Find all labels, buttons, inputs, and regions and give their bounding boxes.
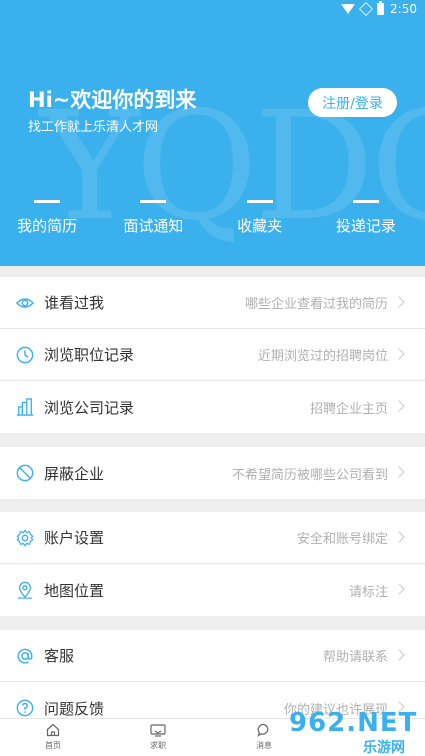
shortcut-bar: 我的简历 面试通知 收藏夹 投递记录: [0, 200, 425, 236]
shortcut-applications[interactable]: 投递记录: [313, 200, 419, 236]
question-icon: [16, 699, 34, 717]
menu-group-history: 谁看过我 哪些企业查看过我的简历 浏览职位记录 近期浏览过的招聘岗位 浏览公司记…: [0, 277, 425, 433]
menu-item-company-history[interactable]: 浏览公司记录 招聘企业主页: [0, 381, 425, 433]
chevron-right-icon: [393, 583, 405, 595]
briefcase-icon: [150, 724, 166, 737]
tab-label: 求职: [150, 741, 166, 750]
wifi-icon: [341, 4, 356, 14]
menu-item-title: 客服: [44, 647, 75, 665]
clock-icon: [16, 346, 34, 364]
tab-label: 首页: [45, 741, 61, 750]
status-time: 2:50: [390, 2, 417, 16]
status-bar: 2:50: [0, 0, 425, 22]
location-icon: [17, 581, 33, 599]
at-icon: [17, 648, 33, 664]
shortcut-indicator: [34, 200, 61, 203]
block-icon: [16, 464, 34, 482]
tab-job-search[interactable]: 求职: [128, 723, 188, 751]
shortcut-interview-notice[interactable]: 面试通知: [100, 200, 206, 236]
tab-label: 消息: [256, 741, 272, 750]
greeting-title: Hi~欢迎你的到来: [28, 88, 197, 112]
menu-item-who-viewed-me[interactable]: 谁看过我 哪些企业查看过我的简历: [0, 277, 425, 329]
shortcut-label: 投递记录: [335, 217, 396, 235]
menu-item-hint: 安全和账号绑定: [296, 532, 388, 547]
shortcut-indicator: [246, 200, 273, 203]
shortcut-favorites[interactable]: 收藏夹: [207, 200, 313, 236]
chevron-right-icon: [393, 400, 405, 412]
menu-item-block-companies[interactable]: 屏蔽企业 不希望简历被哪些公司看到: [0, 447, 425, 499]
menu-item-hint: 不希望简历被哪些公司看到: [231, 467, 388, 483]
gear-icon: [16, 529, 34, 547]
profile-header: YQDC 2:50 Hi~欢迎你的到来 找工作就上乐清人才网 注册/登录 我的简…: [0, 0, 425, 266]
menu-item-hint: 近期浏览过的招聘岗位: [257, 349, 388, 364]
menu-item-title: 浏览职位记录: [44, 346, 135, 364]
menu-item-title: 地图位置: [44, 581, 105, 600]
menu-item-hint: 招聘企业主页: [309, 401, 388, 417]
eye-icon: [16, 298, 34, 308]
tab-home[interactable]: 首页: [23, 723, 83, 751]
register-login-button[interactable]: 注册/登录: [308, 88, 397, 117]
chevron-right-icon: [393, 466, 405, 478]
chat-icon: [257, 723, 269, 737]
chevron-right-icon: [393, 348, 405, 360]
no-signal-icon: [358, 1, 374, 17]
menu-item-title: 屏蔽企业: [44, 464, 105, 483]
menu-item-account-settings[interactable]: 账户设置 安全和账号绑定: [0, 512, 425, 564]
site-watermark: 962.NET 乐游网: [283, 706, 425, 756]
shortcut-label: 面试通知: [123, 217, 184, 235]
battery-icon: [377, 1, 385, 15]
chevron-right-icon: [393, 296, 405, 308]
menu-item-title: 问题反馈: [44, 699, 105, 718]
menu-item-map-location[interactable]: 地图位置 请标注: [0, 564, 425, 616]
shortcut-label: 我的简历: [17, 217, 78, 235]
shortcut-indicator: [352, 200, 379, 203]
menu-item-job-history[interactable]: 浏览职位记录 近期浏览过的招聘岗位: [0, 329, 425, 381]
menu-group-block: 屏蔽企业 不希望简历被哪些公司看到: [0, 447, 425, 499]
shortcut-indicator: [140, 200, 167, 203]
shortcut-my-resume[interactable]: 我的简历: [0, 200, 100, 236]
menu-group-account: 账户设置 安全和账号绑定 地图位置 请标注: [0, 512, 425, 616]
greeting-subtitle: 找工作就上乐清人才网: [28, 120, 159, 135]
menu-item-hint: 请标注: [348, 584, 388, 600]
shortcut-label: 收藏夹: [237, 217, 283, 235]
menu-item-customer-service[interactable]: 客服 帮助请联系: [0, 630, 425, 682]
menu-item-title: 谁看过我: [44, 294, 105, 312]
menu-item-hint: 帮助请联系: [322, 650, 388, 665]
site-watermark-subtext: 乐游网: [363, 740, 405, 756]
menu-item-title: 账户设置: [44, 529, 105, 547]
building-icon: [16, 398, 34, 416]
home-icon: [46, 723, 60, 737]
chevron-right-icon: [393, 649, 405, 661]
site-watermark-text: 962.NET: [289, 708, 418, 738]
menu-item-title: 浏览公司记录: [44, 398, 135, 417]
chevron-right-icon: [393, 531, 405, 543]
menu-item-hint: 哪些企业查看过我的简历: [244, 297, 388, 312]
